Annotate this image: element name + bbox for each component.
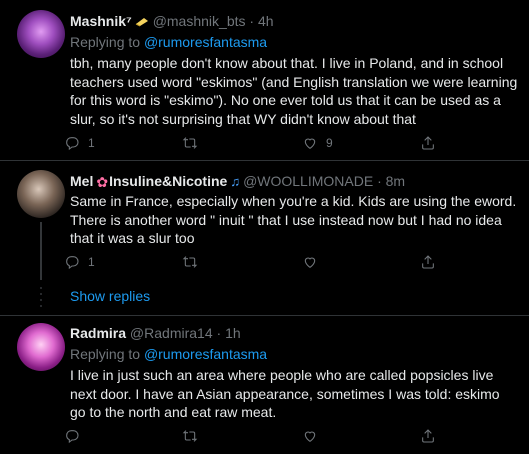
replying-label: Replying to <box>70 34 141 50</box>
share-button[interactable] <box>420 252 436 272</box>
display-name[interactable]: Mashnik <box>70 13 126 29</box>
handle[interactable]: @mashnik_bts <box>153 13 246 29</box>
reply-button[interactable]: 1 <box>64 252 95 272</box>
tweet-text: tbh, many people don't know about that. … <box>70 55 518 127</box>
replying-label: Replying to <box>70 346 141 362</box>
retweet-icon <box>182 430 198 442</box>
flower-icon: ✿ <box>96 174 109 191</box>
heart-icon <box>304 257 316 268</box>
timestamp[interactable]: 1h <box>225 325 241 341</box>
heart-icon <box>304 431 316 442</box>
share-button[interactable] <box>420 426 436 446</box>
heart-icon <box>304 138 316 149</box>
retweet-button[interactable] <box>182 426 206 446</box>
tweet-header: Mel ✿Insuline&Nicotine ♫ @WOOLLIMONADE · 8m <box>70 172 405 191</box>
tweet-text: Same in France, especially when you're a… <box>70 193 517 246</box>
like-count: 9 <box>326 136 333 150</box>
replying-to: Replying to @rumoresfantasma <box>70 345 267 363</box>
retweet-button[interactable] <box>182 252 206 272</box>
display-name[interactable]: Radmira <box>70 325 126 341</box>
separator: · <box>377 173 382 189</box>
tweet-header: Radmira @Radmira14 · 1h <box>70 324 241 342</box>
yellow-badge-icon <box>135 18 148 27</box>
reply-icon <box>66 430 79 444</box>
share-button[interactable] <box>420 133 436 153</box>
reply-button[interactable]: 1 <box>64 133 95 153</box>
tweet-mashnik[interactable]: Mashnik⁷ @mashnik_bts · 4h Replying to @… <box>0 0 529 160</box>
timestamp[interactable]: 8m <box>386 173 405 189</box>
thread-dots <box>39 287 43 309</box>
name-suffix: ⁷ <box>126 13 132 29</box>
reply-count: 1 <box>88 255 95 269</box>
like-button[interactable] <box>302 426 326 446</box>
replying-to-link[interactable]: @rumoresfantasma <box>144 346 267 362</box>
avatar[interactable] <box>17 10 65 58</box>
display-name-part-2[interactable]: Insuline&Nicotine <box>109 173 227 189</box>
tweet-text: I live in just such an area where people… <box>70 367 500 420</box>
retweet-icon <box>182 256 198 268</box>
replying-to-link[interactable]: @rumoresfantasma <box>144 34 267 50</box>
share-icon <box>422 429 434 443</box>
thread-line <box>40 222 42 280</box>
reply-count: 1 <box>88 136 95 150</box>
tweet-header: Mashnik⁷ @mashnik_bts · 4h <box>70 12 274 30</box>
share-icon <box>422 255 434 269</box>
music-note-icon: ♫ <box>230 174 241 190</box>
share-icon <box>422 136 434 150</box>
separator: · <box>216 325 222 341</box>
like-button[interactable]: 9 <box>302 133 333 153</box>
timestamp[interactable]: 4h <box>258 13 274 29</box>
reply-icon <box>66 137 79 151</box>
display-name-part-1[interactable]: Mel <box>70 173 93 189</box>
handle[interactable]: @WOOLLIMONADE <box>243 173 373 189</box>
avatar[interactable] <box>17 170 65 218</box>
handle[interactable]: @Radmira14 <box>130 325 213 341</box>
reply-icon <box>66 256 79 270</box>
retweet-button[interactable] <box>182 133 206 153</box>
show-replies-link[interactable]: Show replies <box>70 288 150 304</box>
avatar[interactable] <box>17 323 65 371</box>
tweet-radmira[interactable]: Radmira @Radmira14 · 1h Replying to @rum… <box>0 315 529 454</box>
reply-button[interactable] <box>64 426 88 446</box>
replying-to: Replying to @rumoresfantasma <box>70 33 267 51</box>
like-button[interactable] <box>302 252 326 272</box>
retweet-icon <box>182 137 198 149</box>
separator: · <box>249 13 255 29</box>
